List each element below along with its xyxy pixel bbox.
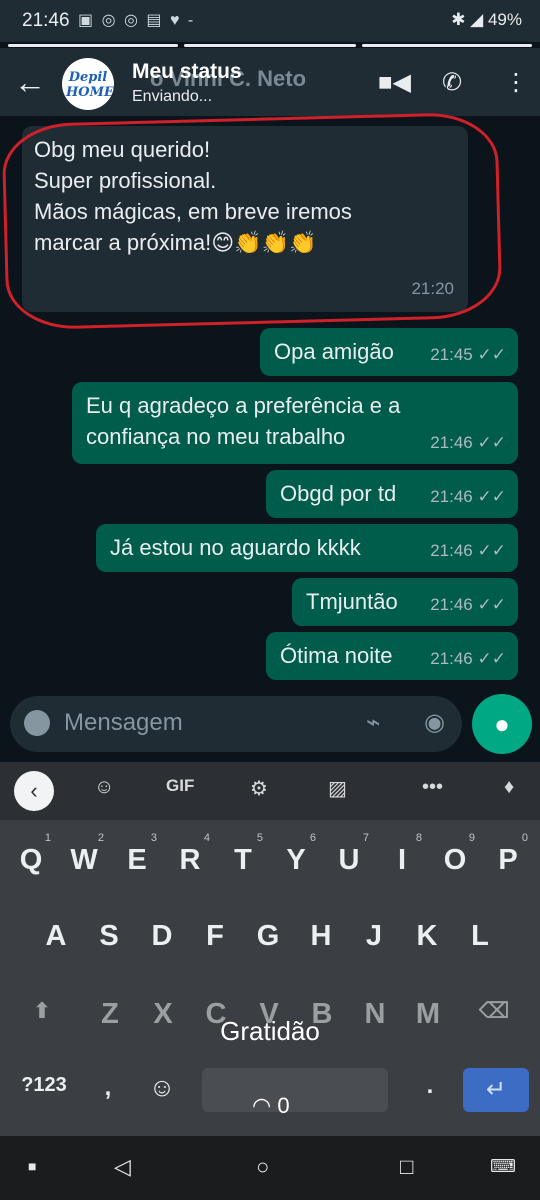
message-time: 21:46 ✓✓ <box>430 595 507 614</box>
attach-icon[interactable]: ⌁ <box>366 708 380 737</box>
status-caption: Gratidão <box>220 1016 320 1046</box>
outgoing-message[interactable]: Ótima noite 21:46 ✓✓ <box>266 632 518 680</box>
outgoing-message[interactable]: Tmjuntão 21:46 ✓✓ <box>292 578 518 626</box>
video-call-icon[interactable]: ■◀ <box>378 68 411 97</box>
read-receipt-icon: ✓✓ <box>477 487 507 506</box>
key-f[interactable]: F <box>195 920 235 953</box>
message-text: Obgd por td <box>280 481 397 506</box>
key-k[interactable]: K <box>407 920 447 953</box>
translate-icon[interactable]: ▨ <box>328 776 347 801</box>
message-time: 21:46 ✓✓ <box>430 487 507 506</box>
emoji-icon[interactable] <box>24 710 50 736</box>
message-time: 21:45 ✓✓ <box>430 345 507 364</box>
key-p[interactable]: P0 <box>488 832 528 877</box>
brand-logo: Depil HOME <box>66 70 114 100</box>
key-w[interactable]: W2 <box>64 832 104 877</box>
status-time: 21:46 <box>22 10 70 31</box>
key-row-2: ASDFGHJKL <box>0 920 540 960</box>
gif-button[interactable]: GIF <box>166 776 194 796</box>
key-g[interactable]: G <box>248 920 288 953</box>
camera-icon[interactable]: ◉ <box>424 708 445 737</box>
status-progress-1 <box>8 44 178 47</box>
message-time: 21:46 ✓✓ <box>430 649 507 668</box>
message-input[interactable]: Mensagem <box>64 709 183 737</box>
system-nav-bar: ■ ◁ ○ □ ⌨ <box>0 1136 540 1200</box>
message-text: Opa amigão <box>274 339 394 364</box>
chevron-left-icon[interactable]: ‹ <box>14 771 54 811</box>
notification-icons: ▣ ◎ ◎ ▤ ♥ - <box>78 12 196 29</box>
avatar[interactable]: Depil HOME <box>62 58 114 110</box>
outgoing-message[interactable]: Já estou no aguardo kkkk 21:46 ✓✓ <box>96 524 518 572</box>
views-counter[interactable]: ◠ 0 <box>252 1093 290 1119</box>
phone-icon[interactable]: ✆ <box>442 68 462 97</box>
key-q[interactable]: Q1 <box>11 832 51 877</box>
message-text: Ótima noite <box>280 643 393 668</box>
enter-key[interactable]: ↵ <box>463 1068 529 1112</box>
battery-signal: ✱ ◢ 49% <box>451 10 522 29</box>
mic-button[interactable]: ● <box>472 694 532 754</box>
symbols-key[interactable]: ?123 <box>14 1074 74 1097</box>
message-time: 21:46 ✓✓ <box>430 433 507 452</box>
enter-arrow-icon: ↵ <box>485 1076 507 1103</box>
outgoing-message[interactable]: Obgd por td 21:46 ✓✓ <box>266 470 518 518</box>
message-text: Tmjuntão <box>306 589 398 614</box>
message-line: confiança no meu trabalho <box>86 424 346 449</box>
read-receipt-icon: ✓✓ <box>477 345 507 364</box>
status-title: Meu status <box>132 60 242 83</box>
period-key[interactable]: . <box>410 1072 450 1100</box>
key-s[interactable]: S <box>89 920 129 953</box>
status-bar: 21:46 ▣ ◎ ◎ ▤ ♥ - ✱ ◢ 49% <box>0 0 540 42</box>
outgoing-message[interactable]: Eu q agradeço a preferência e a confianç… <box>72 382 518 464</box>
read-receipt-icon: ✓✓ <box>477 433 507 452</box>
key-row-1: Q1 W2 E3 R4 T5 Y6 U7 I8 O9 P0 <box>0 832 540 884</box>
key-l[interactable]: L <box>460 920 500 953</box>
emoji-key-icon[interactable]: ☺ <box>142 1072 182 1103</box>
home-nav-icon[interactable]: ○ <box>256 1154 269 1180</box>
back-nav-icon[interactable]: ◁ <box>114 1154 131 1180</box>
keyboard-switch-icon[interactable]: ⌨ <box>490 1156 516 1177</box>
dot-icon: ■ <box>28 1158 37 1174</box>
message-time: 21:46 ✓✓ <box>430 541 507 560</box>
key-o[interactable]: O9 <box>435 832 475 877</box>
read-receipt-icon: ✓✓ <box>477 541 507 560</box>
more-icon[interactable]: ••• <box>422 776 443 799</box>
back-arrow-icon[interactable]: ← <box>14 66 46 98</box>
highlight-circle <box>1 111 503 331</box>
space-bar[interactable] <box>202 1068 388 1112</box>
gear-icon[interactable]: ⚙ <box>250 776 268 801</box>
key-i[interactable]: I8 <box>382 832 422 877</box>
message-text: Já estou no aguardo kkkk <box>110 535 361 560</box>
mic-icon: ● <box>494 709 510 739</box>
status-subtitle: Enviando... <box>132 88 213 105</box>
voice-input-icon[interactable]: ♦ <box>504 776 514 799</box>
message-input-bar[interactable]: Mensagem ⌁ ◉ <box>10 696 462 752</box>
key-u[interactable]: U7 <box>329 832 369 877</box>
chat-header: ← o Vinni C. Neto Depil HOME Meu status … <box>0 48 540 116</box>
outgoing-message[interactable]: Opa amigão 21:45 ✓✓ <box>260 328 518 376</box>
key-r[interactable]: R4 <box>170 832 210 877</box>
key-t[interactable]: T5 <box>223 832 263 877</box>
key-e[interactable]: E3 <box>117 832 157 877</box>
views-count: 0 <box>277 1093 290 1118</box>
sticker-icon[interactable]: ☺ <box>94 776 114 799</box>
key-h[interactable]: H <box>301 920 341 953</box>
more-options-icon[interactable]: ⋮ <box>504 68 528 97</box>
key-y[interactable]: Y6 <box>276 832 316 877</box>
read-receipt-icon: ✓✓ <box>477 649 507 668</box>
message-line: Eu q agradeço a preferência e a <box>86 393 401 418</box>
keyboard-toolbar: ‹ ☺ GIF ⚙ ▨ ••• ♦ <box>0 762 540 820</box>
key-a[interactable]: A <box>36 920 76 953</box>
eye-icon: ◠ <box>252 1093 272 1118</box>
status-progress-2 <box>184 44 356 47</box>
key-d[interactable]: D <box>142 920 182 953</box>
recents-nav-icon[interactable]: □ <box>400 1154 413 1180</box>
read-receipt-icon: ✓✓ <box>477 595 507 614</box>
comma-key[interactable]: , <box>88 1074 128 1102</box>
key-j[interactable]: J <box>354 920 394 953</box>
status-progress-3 <box>362 44 532 47</box>
